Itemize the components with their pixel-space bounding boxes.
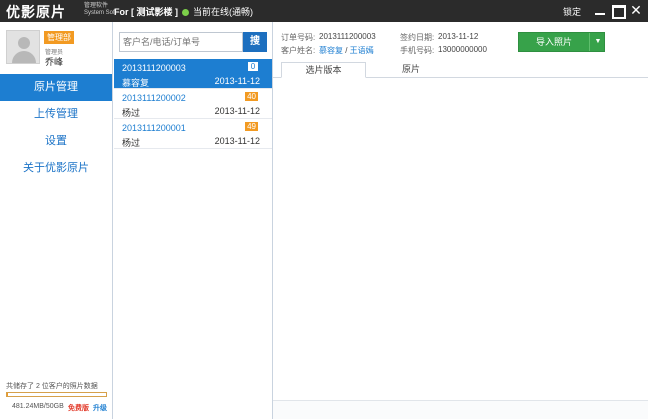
order-number: 2013111200001	[122, 123, 186, 133]
photo-count-badge: 0	[248, 62, 258, 71]
sidebar-item-upload-management[interactable]: 上传管理	[0, 101, 112, 128]
phone-value: 13000000000	[438, 45, 487, 54]
upgrade-link[interactable]: 升级	[93, 403, 107, 413]
detail-tabs: 选片版本 原片	[273, 62, 648, 78]
order-number: 2013111200003	[122, 63, 186, 73]
storage-summary: 共储存了 2 位客户的照片数据	[6, 383, 98, 390]
avatar	[6, 30, 40, 64]
order-number: 2013111200002	[122, 93, 186, 103]
order-list-panel: 搜 2013111200003 0 慕容复 2013-11-12 2013111…	[113, 22, 273, 419]
storage-size: 481.24MB/50GB	[12, 403, 64, 410]
sidebar-item-settings[interactable]: 设置	[0, 128, 112, 155]
customer-names: 慕容复 / 王语嫣	[319, 45, 374, 56]
sidebar-nav: 原片管理 上传管理 设置 关于优影原片	[0, 74, 112, 182]
close-icon[interactable]: ✕	[629, 3, 643, 17]
photo-count-badge: 49	[245, 122, 258, 131]
photo-content-area	[273, 79, 648, 399]
order-date: 2013-11-12	[214, 76, 260, 86]
storage-progress-fill	[7, 393, 8, 396]
customer-name: 杨过	[122, 138, 141, 148]
order-date: 2013-11-12	[214, 136, 260, 146]
avatar-body-shape	[12, 51, 36, 63]
app-logo-subtitle: 管理软件 System Soft	[84, 3, 116, 17]
sign-date-value: 2013-11-12	[438, 32, 479, 41]
customer-link-1[interactable]: 慕容复	[319, 46, 343, 55]
customer-link-2[interactable]: 王语嫣	[350, 46, 374, 55]
online-dot-icon	[182, 9, 189, 16]
logo-sub-line-1: 管理软件	[84, 3, 109, 9]
import-divider	[589, 33, 590, 51]
search-input[interactable]	[119, 32, 243, 52]
online-status-text: 当前在线(通畅)	[193, 7, 253, 17]
customer-name: 杨过	[122, 108, 141, 118]
logo-sub-line-2: System Soft	[84, 10, 117, 16]
sidebar-item-about[interactable]: 关于优影原片	[0, 155, 112, 182]
sign-date-label: 签约日期:	[400, 33, 435, 42]
storage-progress-bar	[6, 392, 107, 397]
order-list-item[interactable]: 2013111200001 49 杨过 2013-11-12	[114, 119, 272, 149]
maximize-icon[interactable]	[611, 3, 626, 19]
username: 乔峰	[45, 57, 64, 67]
online-status: 当前在线(通畅)	[182, 5, 253, 18]
order-detail-panel: 订单号码: 2013111200003 签约日期: 2013-11-12 客户姓…	[273, 22, 648, 419]
lock-button[interactable]: 锁定	[563, 5, 581, 18]
import-photos-button[interactable]: 导入照片 ▼	[518, 32, 605, 52]
avatar-head-shape	[18, 37, 30, 49]
order-date: 2013-11-12	[214, 106, 260, 116]
title-bar: 优影原片 管理软件 System Soft For [ 测试影楼 ] 当前在线(…	[0, 0, 648, 22]
order-list-item[interactable]: 2013111200002 40 杨过 2013-11-12	[114, 89, 272, 119]
search-button[interactable]: 搜	[243, 32, 267, 52]
studio-label: For [ 测试影楼 ]	[114, 7, 178, 17]
photo-count-badge: 40	[245, 92, 258, 101]
customer-name: 慕容复	[122, 78, 150, 88]
order-list: 2013111200003 0 慕容复 2013-11-12 201311120…	[114, 59, 272, 149]
import-photos-label: 导入照片	[535, 37, 572, 47]
sidebar-item-photo-management[interactable]: 原片管理	[0, 74, 112, 101]
app-logo: 优影原片	[6, 5, 66, 21]
minimize-icon[interactable]	[593, 3, 607, 17]
sidebar: 管理部 管理员 乔峰 原片管理 上传管理 设置 关于优影原片 共储存了 2 位客…	[0, 22, 113, 419]
chevron-down-icon[interactable]: ▼	[593, 33, 603, 51]
tab-selected-versions[interactable]: 选片版本	[281, 62, 366, 78]
customer-separator: /	[343, 46, 350, 55]
tab-original-photos[interactable]: 原片	[366, 62, 456, 78]
customer-name-label: 客户姓名:	[281, 46, 316, 55]
phone-label: 手机号码:	[400, 46, 435, 55]
bottom-bar	[273, 400, 648, 419]
order-number-label: 订单号码:	[281, 33, 316, 42]
edition-badge: 免费版	[68, 405, 89, 412]
order-list-item[interactable]: 2013111200003 0 慕容复 2013-11-12	[114, 59, 272, 89]
order-number-value: 2013111200003	[319, 32, 376, 41]
role-badge: 管理部	[44, 31, 74, 44]
